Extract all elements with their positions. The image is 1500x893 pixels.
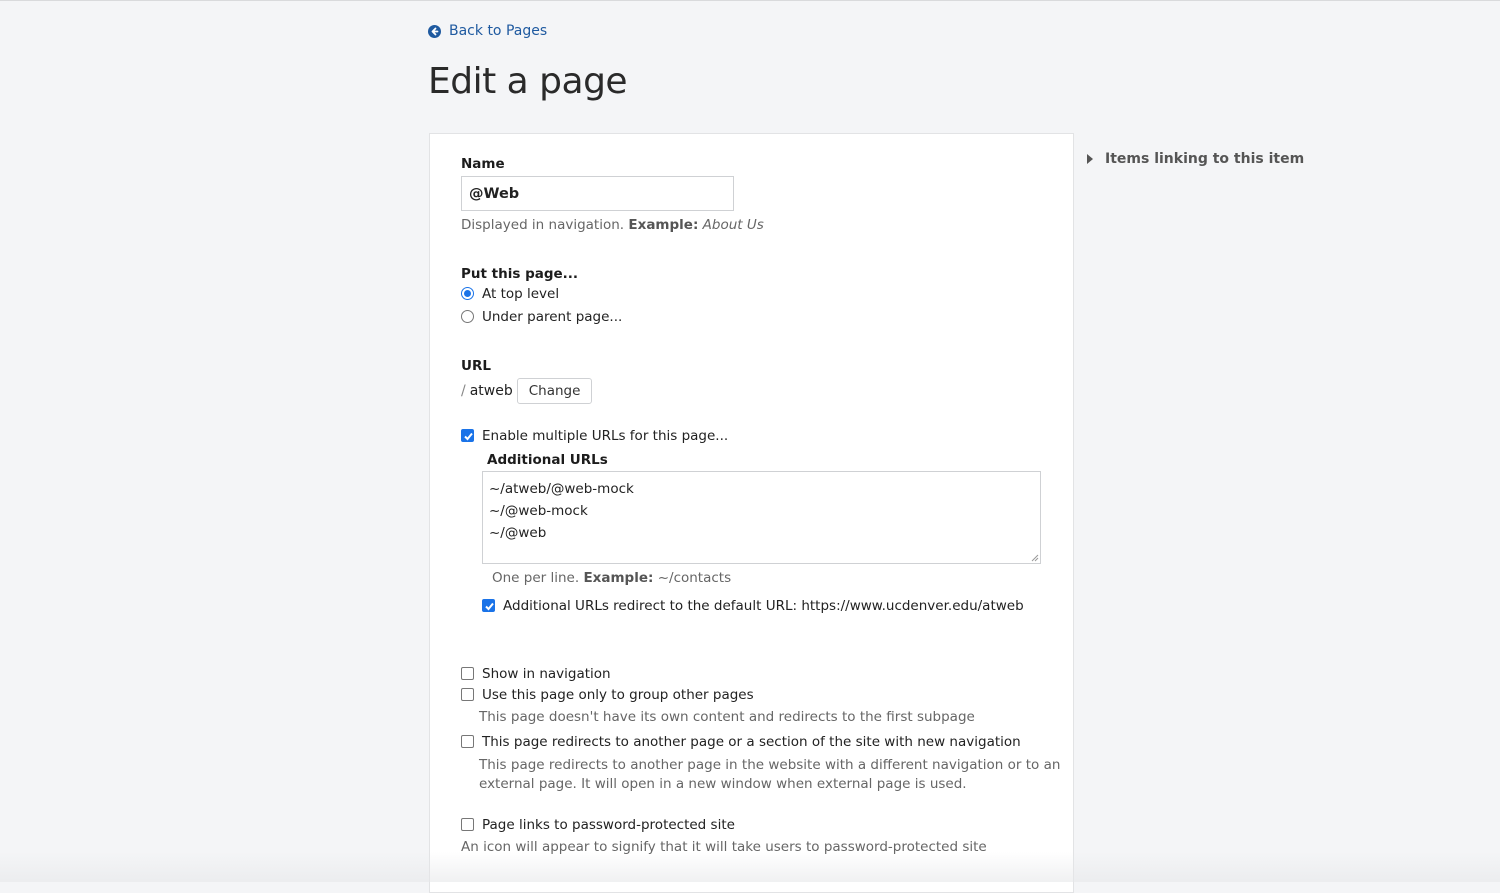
- radio-button[interactable]: [461, 310, 474, 323]
- additional-urls-section: Additional URLs ~/atweb/@web-mock ~/@web…: [461, 452, 1041, 617]
- additional-urls-help-text: One per line.: [492, 570, 580, 586]
- url-line: ~/@web-mock: [489, 503, 588, 519]
- radio-top-level[interactable]: At top level: [461, 282, 622, 305]
- redirects-help: This page redirects to another page in t…: [461, 756, 1060, 794]
- group-only-row[interactable]: Use this page only to group other pages: [461, 683, 1060, 706]
- redirects-help-line: This page redirects to another page in t…: [479, 757, 1061, 773]
- placement-group: Put this page... At top level Under pare…: [461, 266, 622, 328]
- name-help-example-value: About Us: [702, 217, 764, 233]
- url-group: URL / atweb Change: [461, 358, 593, 404]
- url-line: ~/atweb/@web-mock: [489, 481, 634, 497]
- checkbox[interactable]: [461, 667, 474, 680]
- password-protected-label: Page links to password-protected site: [482, 816, 735, 833]
- page-title: Edit a page: [428, 61, 628, 102]
- items-linking-label: Items linking to this item: [1105, 151, 1305, 167]
- checkbox[interactable]: [461, 688, 474, 701]
- group-only-help: This page doesn't have its own content a…: [479, 709, 975, 725]
- items-linking-toggle[interactable]: Items linking to this item: [1087, 151, 1304, 167]
- show-in-navigation-label: Show in navigation: [482, 665, 611, 682]
- radio-top-level-label: At top level: [482, 285, 560, 302]
- multiple-urls-group: Enable multiple URLs for this page... Ad…: [461, 424, 1041, 617]
- resize-handle-icon[interactable]: [1030, 553, 1039, 562]
- additional-urls-help-example-label: Example:: [583, 570, 654, 586]
- redirect-default-url-label: Additional URLs redirect to the default …: [503, 597, 1024, 614]
- redirects-row[interactable]: This page redirects to another page or a…: [461, 730, 1060, 753]
- change-url-button[interactable]: Change: [516, 378, 593, 404]
- additional-urls-help: One per line. Example: ~/contacts: [482, 570, 1041, 586]
- group-only-label: Use this page only to group other pages: [482, 686, 754, 703]
- edit-page-form: Name Displayed in navigation. Example: A…: [429, 133, 1074, 893]
- radio-button-selected[interactable]: [461, 287, 474, 300]
- additional-urls-label: Additional URLs: [487, 452, 608, 468]
- name-help-text: Displayed in navigation.: [461, 217, 625, 233]
- name-label: Name: [461, 156, 505, 172]
- checkbox-checked[interactable]: [482, 599, 495, 612]
- back-to-pages-label: Back to Pages: [449, 23, 548, 39]
- caret-right-icon: [1087, 154, 1093, 164]
- checkbox[interactable]: [461, 818, 474, 831]
- enable-multiple-urls-label: Enable multiple URLs for this page...: [482, 427, 729, 444]
- checkbox[interactable]: [461, 735, 474, 748]
- url-row: / atweb Change: [461, 378, 593, 404]
- redirect-default-url-row[interactable]: Additional URLs redirect to the default …: [482, 594, 1041, 617]
- enable-multiple-urls-checkbox-row[interactable]: Enable multiple URLs for this page...: [461, 424, 1041, 447]
- password-protected-row[interactable]: Page links to password-protected site: [461, 813, 1060, 836]
- page-options-group: Show in navigation Use this page only to…: [461, 662, 1060, 855]
- show-in-navigation-row[interactable]: Show in navigation: [461, 662, 1060, 685]
- name-help-example-label: Example:: [628, 217, 699, 233]
- checkbox-checked[interactable]: [461, 429, 474, 442]
- password-protected-help: An icon will appear to signify that it w…: [461, 839, 987, 855]
- additional-urls-help-example-value: ~/contacts: [657, 570, 732, 586]
- url-value: atweb: [469, 383, 513, 399]
- url-line: ~/@web: [489, 525, 547, 541]
- arrow-circle-left-icon: [428, 24, 441, 38]
- url-label: URL: [461, 358, 491, 374]
- name-field-group: Name Displayed in navigation. Example: A…: [461, 156, 764, 233]
- radio-under-parent-label: Under parent page...: [482, 308, 623, 325]
- back-to-pages-link[interactable]: Back to Pages: [428, 23, 547, 39]
- placement-label: Put this page...: [461, 266, 579, 282]
- redirects-help-line: external page. It will open in a new win…: [479, 776, 967, 792]
- redirects-label: This page redirects to another page or a…: [482, 733, 1021, 750]
- name-help: Displayed in navigation. Example: About …: [461, 217, 764, 233]
- url-slash: /: [461, 383, 466, 399]
- additional-urls-textarea[interactable]: ~/atweb/@web-mock ~/@web-mock ~/@web: [482, 471, 1041, 564]
- radio-under-parent[interactable]: Under parent page...: [461, 305, 622, 328]
- name-input[interactable]: [461, 176, 734, 211]
